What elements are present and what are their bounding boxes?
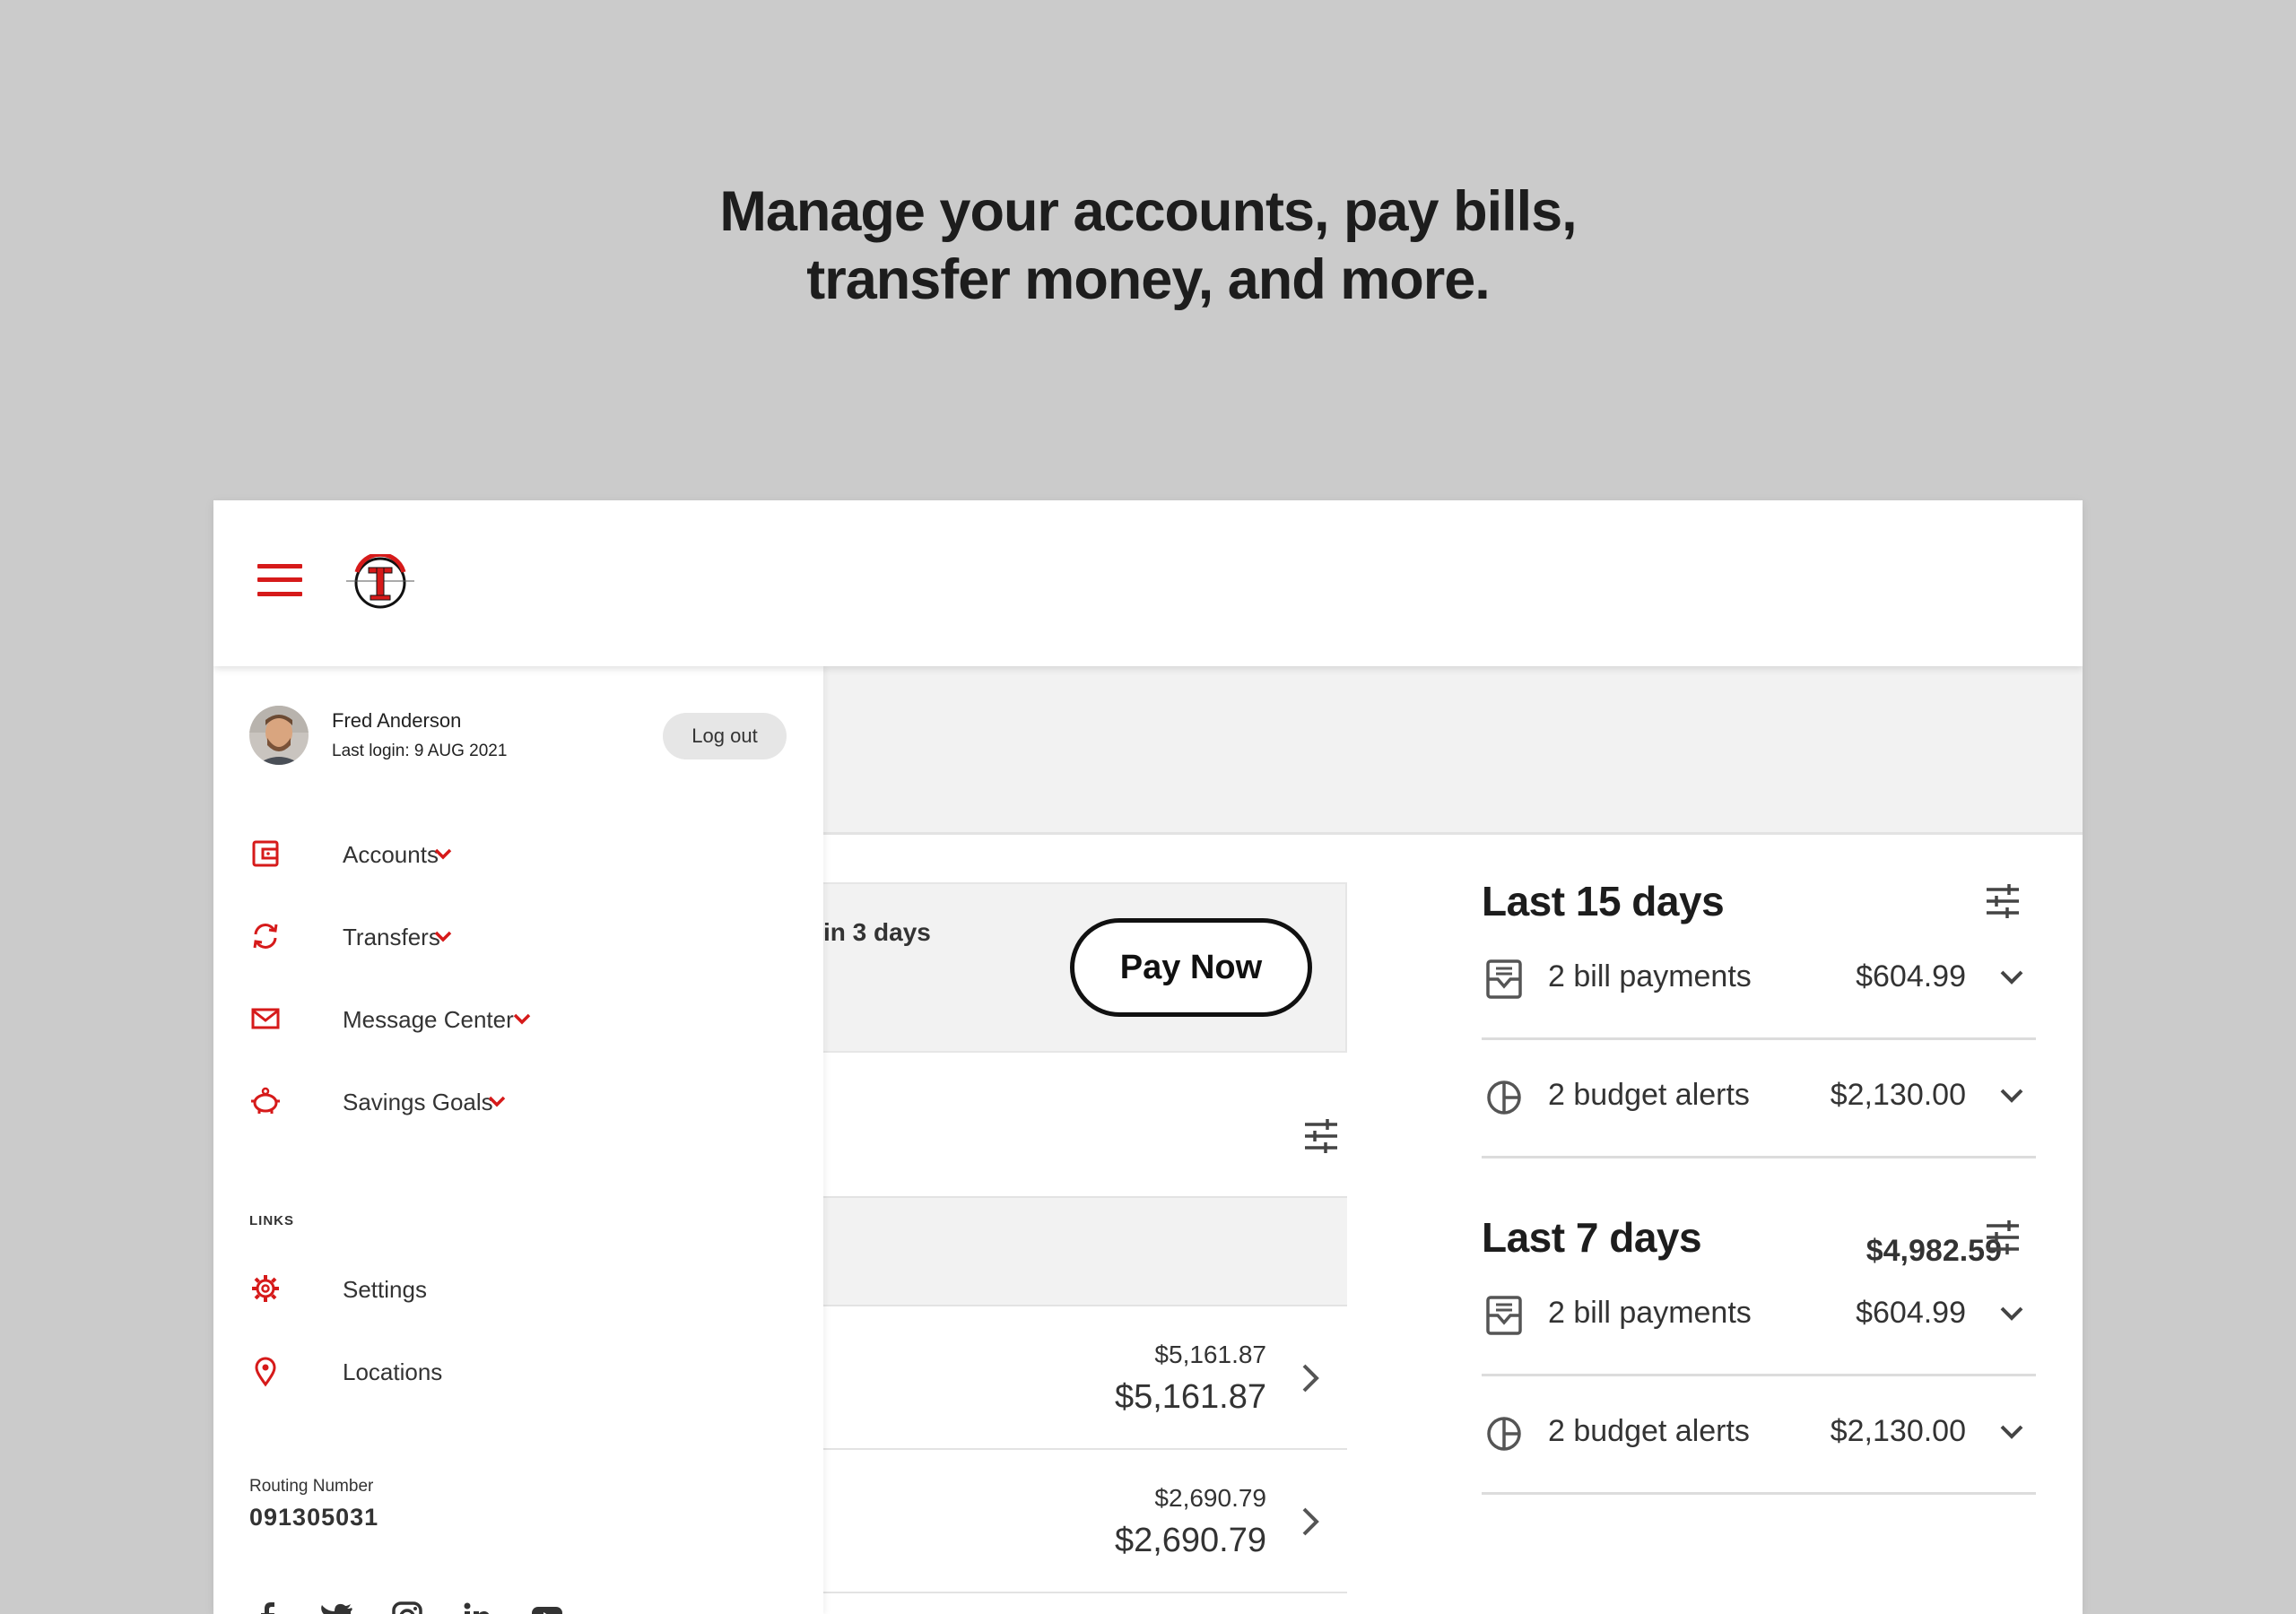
logout-button[interactable]: Log out bbox=[663, 713, 787, 759]
summary-row-budget-alerts[interactable]: 2 budget alerts $2,130.00 bbox=[1482, 1040, 2036, 1158]
youtube-icon[interactable] bbox=[529, 1599, 565, 1614]
summary-label: 2 budget alerts bbox=[1548, 1078, 1750, 1112]
pie-chart-icon bbox=[1487, 1417, 1521, 1451]
section-title: Last 15 days bbox=[1482, 878, 1725, 924]
chevron-down-icon bbox=[2000, 1089, 2023, 1103]
piggy-bank-icon bbox=[251, 1087, 280, 1114]
nav-item-label: Transfers bbox=[343, 924, 440, 950]
links-header: LINKS bbox=[249, 1213, 294, 1228]
summary-label: 2 bill payments bbox=[1548, 1296, 1752, 1330]
summary-row-budget-alerts[interactable]: 2 budget alerts $2,130.00 bbox=[1482, 1376, 2036, 1495]
chevron-right-icon bbox=[1302, 1507, 1319, 1536]
summary-label: 2 bill payments bbox=[1548, 959, 1752, 994]
inbox-icon bbox=[1486, 959, 1522, 999]
pie-chart-icon bbox=[1487, 1080, 1521, 1115]
wallet-icon bbox=[252, 840, 279, 867]
instagram-icon[interactable] bbox=[389, 1599, 425, 1614]
nav-item-label: Accounts bbox=[343, 841, 439, 868]
chevron-down-icon bbox=[2000, 970, 2023, 985]
summary-row-bill-payments[interactable]: 2 bill payments $604.99 bbox=[1482, 922, 2036, 1040]
user-name: Fred Anderson bbox=[332, 709, 462, 732]
chevron-down-icon bbox=[488, 1096, 506, 1107]
app-window: in 3 days Pay Now $4,982.59 $5,161.87 $5… bbox=[213, 500, 2083, 1614]
filter-sliders-icon[interactable] bbox=[1302, 1117, 1340, 1155]
side-menu-drawer: Fred Anderson Last login: 9 AUG 2021 Log… bbox=[213, 666, 823, 1614]
gear-icon bbox=[252, 1275, 279, 1302]
nav-item-label: Savings Goals bbox=[343, 1089, 493, 1115]
summary-amount: $604.99 bbox=[1856, 959, 1966, 994]
filter-sliders-icon[interactable] bbox=[1984, 882, 2022, 920]
summary-amount: $2,130.00 bbox=[1830, 1078, 1966, 1112]
twitter-icon[interactable] bbox=[319, 1599, 355, 1614]
headline-line-2: transfer money, and more. bbox=[806, 248, 1491, 311]
page-headline: Manage your accounts, pay bills, transfe… bbox=[0, 178, 2296, 314]
bank-logo[interactable] bbox=[344, 554, 416, 612]
filter-sliders-icon[interactable] bbox=[1984, 1219, 2022, 1256]
refresh-icon bbox=[253, 924, 278, 949]
facebook-icon[interactable] bbox=[249, 1599, 285, 1614]
chevron-down-icon bbox=[513, 1013, 531, 1025]
last-login: Last login: 9 AUG 2021 bbox=[332, 742, 508, 760]
link-label: Settings bbox=[343, 1276, 427, 1303]
summary-label: 2 budget alerts bbox=[1548, 1414, 1750, 1448]
chevron-down-icon bbox=[2000, 1306, 2023, 1321]
routing-number: 091305031 bbox=[249, 1504, 379, 1531]
summary-amount: $604.99 bbox=[1856, 1296, 1966, 1330]
linkedin-icon[interactable] bbox=[459, 1599, 495, 1614]
summary-amount: $2,130.00 bbox=[1830, 1414, 1966, 1448]
avatar[interactable] bbox=[249, 706, 309, 765]
pay-now-button[interactable]: Pay Now bbox=[1070, 918, 1312, 1017]
bill-due-text: in 3 days bbox=[823, 918, 931, 946]
chevron-down-icon bbox=[2000, 1425, 2023, 1439]
chevron-down-icon bbox=[434, 848, 452, 860]
inbox-icon bbox=[1486, 1296, 1522, 1335]
routing-number-label: Routing Number bbox=[249, 1477, 374, 1496]
map-pin-icon bbox=[255, 1357, 276, 1387]
section-title: Last 7 days bbox=[1482, 1214, 1702, 1261]
chevron-down-icon bbox=[434, 931, 452, 942]
chevron-right-icon bbox=[1302, 1364, 1319, 1393]
headline-line-1: Manage your accounts, pay bills, bbox=[719, 180, 1577, 243]
summary-row-bill-payments[interactable]: 2 bill payments $604.99 bbox=[1482, 1258, 2036, 1376]
top-bar bbox=[213, 500, 2083, 666]
link-label: Locations bbox=[343, 1358, 443, 1385]
envelope-icon bbox=[251, 1008, 280, 1029]
hamburger-menu-icon[interactable] bbox=[257, 564, 302, 596]
nav-item-label: Message Center bbox=[343, 1006, 514, 1033]
